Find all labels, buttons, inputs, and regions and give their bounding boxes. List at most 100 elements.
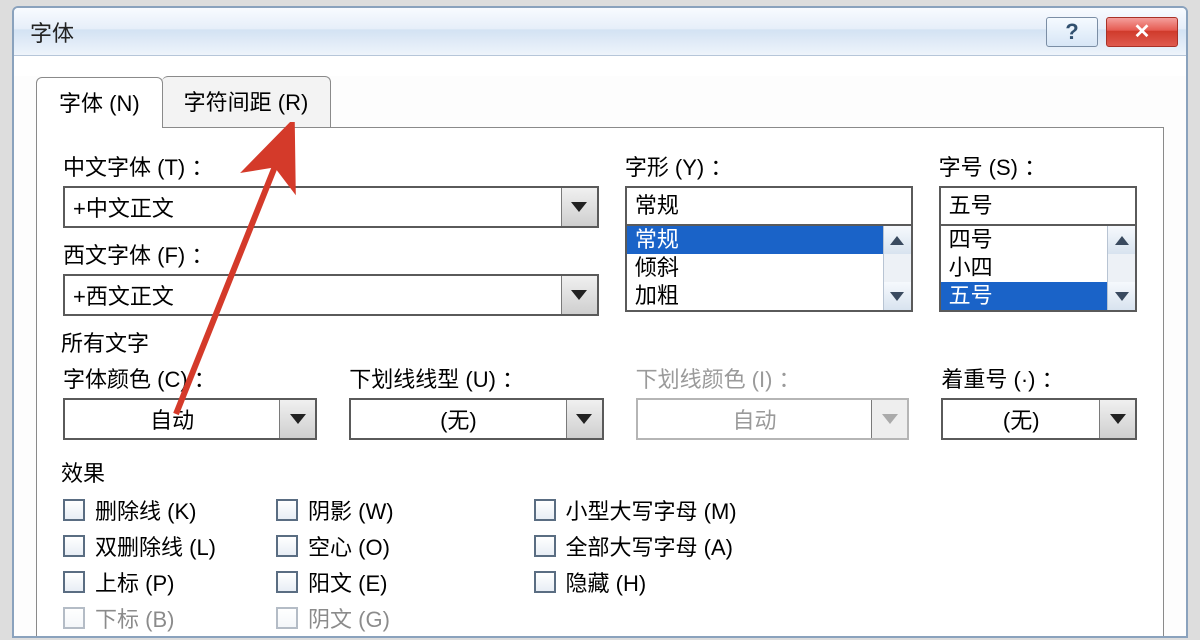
check-engrave[interactable]: 阴文 (G) xyxy=(276,602,394,634)
combo-en-font[interactable]: +西文正文 xyxy=(63,274,599,316)
window-title: 字体 xyxy=(30,16,74,48)
checkbox-icon xyxy=(276,499,298,521)
help-icon: ? xyxy=(1065,19,1078,45)
dialog-content: 字体 (N) 字符间距 (R) 中文字体 (T) ： +中文正文 xyxy=(14,76,1186,638)
check-all-caps[interactable]: 全部大写字母 (A) xyxy=(534,530,737,562)
emphasis-value: (无) xyxy=(943,400,1099,438)
close-button[interactable]: ✕ xyxy=(1106,17,1178,47)
titlebar: 字体 ? ✕ xyxy=(14,8,1186,56)
size-option[interactable]: 五号 xyxy=(941,282,1107,310)
check-label: 全部大写字母 (A) xyxy=(566,530,733,562)
font-color-value: 自动 xyxy=(65,400,279,438)
size-value: 五号 xyxy=(941,188,1135,224)
size-scrollbar[interactable] xyxy=(1107,226,1135,310)
help-button[interactable]: ? xyxy=(1046,17,1098,47)
checkbox-icon xyxy=(276,571,298,593)
checkbox-icon xyxy=(63,607,85,629)
chevron-down-icon xyxy=(1110,414,1126,424)
en-font-value: +西文正文 xyxy=(73,279,561,311)
dropdown-emphasis[interactable]: (无) xyxy=(941,398,1137,440)
combo-cn-font[interactable]: +中文正文 xyxy=(63,186,599,228)
dropdown-underline-color: 自动 xyxy=(636,398,910,440)
dropdown-font-color[interactable]: 自动 xyxy=(63,398,317,440)
row-all-text: 字体颜色 (C) ： 自动 下划线线型 (U) ： (无) 下划线颜色 (I) … xyxy=(63,362,1137,440)
emphasis-btn[interactable] xyxy=(1099,400,1135,438)
check-label: 隐藏 (H) xyxy=(566,566,647,598)
dd-underline-style: 下划线线型 (U) ： (无) xyxy=(349,362,603,440)
check-label: 双删除线 (L) xyxy=(95,530,216,562)
check-label: 上标 (P) xyxy=(95,566,174,598)
section-all-text: 所有文字 xyxy=(61,326,1137,358)
checkbox-icon xyxy=(534,499,556,521)
check-hidden[interactable]: 隐藏 (H) xyxy=(534,566,737,598)
check-label: 阴影 (W) xyxy=(308,494,394,526)
col-style: 字形 (Y) ： 常规 常规 倾斜 加粗 xyxy=(625,150,913,312)
tab-font[interactable]: 字体 (N) xyxy=(36,77,163,128)
label-size: 字号 (S) ： xyxy=(939,150,1137,182)
check-subscript[interactable]: 下标 (B) xyxy=(63,602,216,634)
style-scrollbar[interactable] xyxy=(883,226,911,310)
scroll-down-icon[interactable] xyxy=(884,282,911,310)
en-font-dropdown-button[interactable] xyxy=(561,276,597,314)
label-style: 字形 (Y) ： xyxy=(625,150,913,182)
font-dialog: 字体 ? ✕ 字体 (N) 字符间距 (R) xyxy=(12,6,1188,638)
check-label: 阴文 (G) xyxy=(308,602,390,634)
dropdown-underline-style[interactable]: (无) xyxy=(349,398,603,440)
chevron-down-icon xyxy=(290,414,306,424)
dd-underline-color: 下划线颜色 (I) ： 自动 xyxy=(636,362,910,440)
col-size: 字号 (S) ： 五号 四号 小四 五号 xyxy=(939,150,1137,312)
effects-col-3: 小型大写字母 (M) 全部大写字母 (A) 隐藏 (H) xyxy=(534,494,737,634)
size-option[interactable]: 四号 xyxy=(941,226,1107,254)
effects-col-2: 阴影 (W) 空心 (O) 阳文 (E) 阴文 (G) xyxy=(276,494,394,634)
size-option[interactable]: 小四 xyxy=(941,254,1107,282)
label-underline-style: 下划线线型 (U) ： xyxy=(349,362,603,394)
underline-color-value: 自动 xyxy=(638,400,872,438)
check-label: 下标 (B) xyxy=(95,602,174,634)
checkbox-icon xyxy=(534,535,556,557)
check-shadow[interactable]: 阴影 (W) xyxy=(276,494,394,526)
font-panel: 中文字体 (T) ： +中文正文 西文字体 (F) ： +西文正文 字形 (Y)… xyxy=(36,127,1164,638)
checkbox-icon xyxy=(63,571,85,593)
window-buttons: ? ✕ xyxy=(1046,17,1178,47)
check-label: 小型大写字母 (M) xyxy=(566,494,737,526)
label-en-font: 西文字体 (F) ： xyxy=(63,238,599,270)
input-size[interactable]: 五号 xyxy=(939,186,1137,226)
section-effects: 效果 xyxy=(61,456,1137,488)
dd-emphasis: 着重号 (·) ： (无) xyxy=(941,362,1137,440)
cn-font-dropdown-button[interactable] xyxy=(561,188,597,226)
font-color-btn[interactable] xyxy=(279,400,315,438)
style-option[interactable]: 加粗 xyxy=(627,282,883,310)
dd-font-color: 字体颜色 (C) ： 自动 xyxy=(63,362,317,440)
label-font-color: 字体颜色 (C) ： xyxy=(63,362,317,394)
chevron-down-icon xyxy=(576,414,592,424)
checkbox-icon xyxy=(276,535,298,557)
check-small-caps[interactable]: 小型大写字母 (M) xyxy=(534,494,737,526)
style-value: 常规 xyxy=(627,188,911,224)
listbox-style[interactable]: 常规 倾斜 加粗 xyxy=(625,224,913,312)
underline-style-btn[interactable] xyxy=(566,400,602,438)
label-cn-font: 中文字体 (T) ： xyxy=(63,150,599,182)
scroll-up-icon[interactable] xyxy=(1108,226,1135,254)
check-outline[interactable]: 空心 (O) xyxy=(276,530,394,562)
check-double-strikethrough[interactable]: 双删除线 (L) xyxy=(63,530,216,562)
input-style[interactable]: 常规 xyxy=(625,186,913,226)
tab-char-spacing[interactable]: 字符间距 (R) xyxy=(162,76,332,127)
effects-col-1: 删除线 (K) 双删除线 (L) 上标 (P) 下标 (B) xyxy=(63,494,216,634)
check-emboss[interactable]: 阳文 (E) xyxy=(276,566,394,598)
chevron-down-icon xyxy=(571,202,587,212)
listbox-size[interactable]: 四号 小四 五号 xyxy=(939,224,1137,312)
row-fonts: 中文字体 (T) ： +中文正文 西文字体 (F) ： +西文正文 字形 (Y)… xyxy=(63,150,1137,316)
cn-font-value: +中文正文 xyxy=(73,191,561,223)
label-underline-color: 下划线颜色 (I) ： xyxy=(636,362,910,394)
style-option[interactable]: 倾斜 xyxy=(627,254,883,282)
scroll-up-icon[interactable] xyxy=(884,226,911,254)
style-option[interactable]: 常规 xyxy=(627,226,883,254)
check-strikethrough[interactable]: 删除线 (K) xyxy=(63,494,216,526)
check-superscript[interactable]: 上标 (P) xyxy=(63,566,216,598)
checkbox-icon xyxy=(63,499,85,521)
scroll-down-icon[interactable] xyxy=(1108,282,1135,310)
chevron-down-icon xyxy=(882,414,898,424)
underline-style-value: (无) xyxy=(351,400,565,438)
col-font-names: 中文字体 (T) ： +中文正文 西文字体 (F) ： +西文正文 xyxy=(63,150,599,316)
underline-color-btn xyxy=(871,400,907,438)
